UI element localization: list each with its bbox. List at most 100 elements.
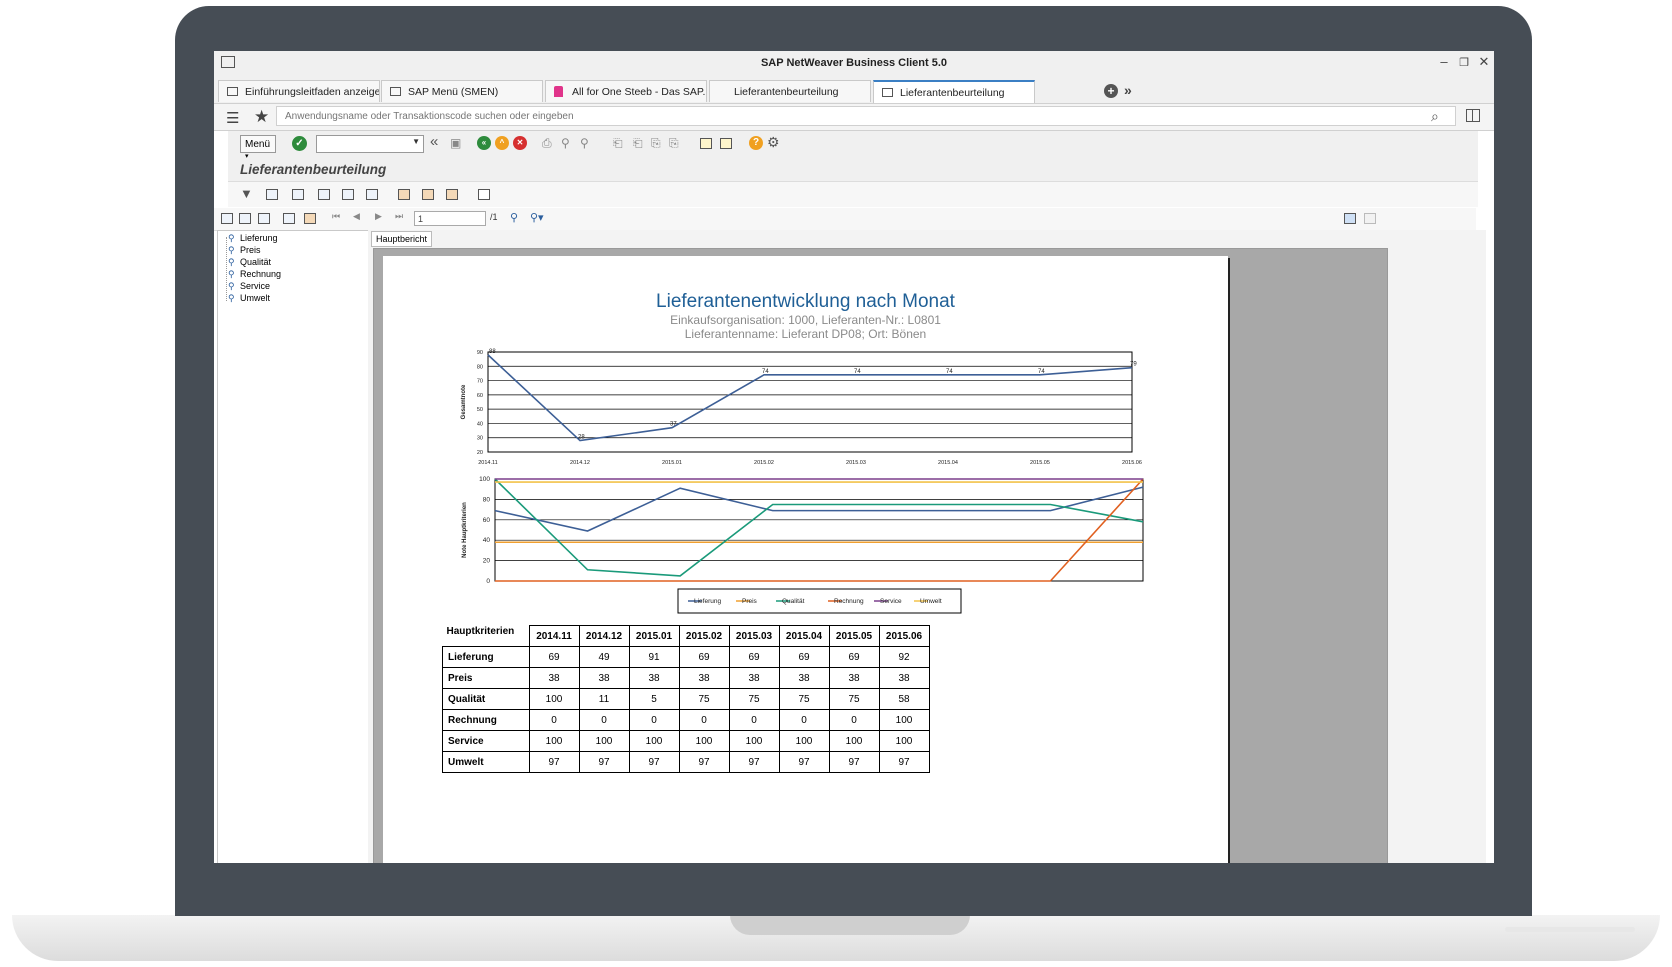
tab-lieferantenbeurteilung-2[interactable]: Lieferantenbeurteilung [873, 80, 1035, 103]
table-cell: 38 [728, 667, 780, 689]
command-field[interactable]: ▼ [316, 135, 424, 153]
tree-item-rechnung[interactable]: ⚲ Rechnung [228, 269, 281, 280]
close-icon[interactable]: ✕ [1476, 54, 1492, 70]
bag-icon [554, 86, 563, 97]
tab-all-for-one[interactable]: All for One Steeb - Das SAP... [545, 80, 707, 102]
laptop-foot [1505, 927, 1635, 932]
y-axis-label: Note Hauptkriterien [462, 502, 468, 558]
favorites-star-icon[interactable]: ★ [254, 107, 269, 127]
table-cell: 38 [778, 667, 830, 689]
tree-item-qualitaet[interactable]: ⚲ Qualität [228, 257, 271, 268]
table-row: Preis 38 38 38 38 38 38 38 38 [442, 667, 930, 689]
save-icon[interactable]: ▣ [450, 136, 461, 150]
restore-icon[interactable]: ❐ [1456, 56, 1472, 69]
x-tick-label: 2015.06 [1122, 460, 1142, 466]
drill-icon[interactable] [304, 213, 316, 224]
export-file-icon[interactable] [318, 189, 330, 200]
tree-item-service[interactable]: ⚲ Service [228, 281, 270, 292]
group-tree-icon[interactable] [283, 213, 295, 224]
tree-item-lieferung[interactable]: ⚲ Lieferung [228, 233, 278, 244]
toggle-panel-icon[interactable] [1344, 213, 1356, 224]
export-all-icon[interactable] [239, 213, 251, 224]
spell-icon[interactable] [366, 189, 378, 200]
tree-item-preis[interactable]: ⚲ Preis [228, 245, 261, 256]
first-page-nav-icon[interactable]: ⏮ [332, 211, 340, 222]
page-number-input[interactable] [414, 211, 486, 226]
expand-icon[interactable] [422, 189, 434, 200]
exit-icon[interactable]: ^ [495, 136, 509, 150]
minimize-icon[interactable]: – [1436, 54, 1452, 69]
y-tick-label: 80 [483, 496, 491, 503]
side-panel-icon[interactable] [1466, 109, 1480, 122]
more-tabs-icon[interactable]: » [1124, 82, 1132, 98]
print-preview-icon[interactable] [342, 189, 354, 200]
next-page-nav-icon[interactable]: ▶ [375, 211, 382, 222]
enter-check-icon[interactable]: ✓ [292, 136, 307, 151]
table-row: Qualität 100 11 5 75 75 75 75 58 [442, 688, 930, 710]
prev-page-icon[interactable]: ⎗ [633, 136, 643, 151]
table-cell: 5 [628, 688, 680, 710]
table-cell: 69 [778, 646, 830, 668]
tab-hauptbericht[interactable]: Hauptbericht [371, 231, 433, 247]
tab-sap-menu[interactable]: SAP Menü (SMEN) [381, 80, 543, 102]
new-tab-icon[interactable]: + [1104, 84, 1118, 98]
table-cell: 100 [528, 688, 580, 710]
menu-button[interactable]: Menü ▾ [240, 135, 276, 160]
table-icon[interactable] [398, 189, 410, 200]
settings-gear-icon[interactable]: ⚙ [767, 134, 780, 151]
tab-lieferantenbeurteilung-1[interactable]: Lieferantenbeurteilung [709, 80, 871, 102]
legend-label: Preis [742, 598, 758, 605]
table-row: Rechnung 0 0 0 0 0 0 0 100 [442, 709, 930, 731]
table-cell: 0 [828, 709, 880, 731]
search-icon[interactable]: ⌕ [1431, 108, 1439, 125]
find-icon[interactable]: ⚲ [561, 136, 570, 150]
table-cell: 38 [828, 667, 880, 689]
tab-einfuehrungsleitfaden[interactable]: Einführungsleitfaden anzeigen [218, 80, 380, 102]
report-page: Lieferantenentwicklung nach Monat Einkau… [383, 256, 1228, 863]
cancel-icon[interactable]: ✕ [513, 136, 527, 150]
binoculars-icon[interactable]: ⚲ [510, 211, 518, 224]
tab-label: Einführungsleitfaden anzeigen [245, 86, 380, 98]
first-page-icon[interactable]: ⎗ [613, 136, 623, 151]
zoom-icon[interactable]: ⚲▾ [530, 211, 544, 224]
table-cell: 100 [528, 730, 580, 752]
export-text-icon[interactable] [292, 189, 304, 200]
table-cell: 97 [578, 751, 630, 773]
table-row-label: Service [442, 730, 530, 752]
export-excel-icon[interactable] [266, 189, 278, 200]
close-panel-icon[interactable] [1364, 213, 1376, 224]
info-icon[interactable] [478, 189, 490, 200]
last-page-nav-icon[interactable]: ⏭ [395, 211, 403, 222]
search-input[interactable] [276, 106, 1456, 126]
list-icon[interactable]: ☰ [226, 109, 239, 127]
collapse-arrow-icon[interactable]: « [430, 133, 438, 150]
criteria-chart: 0 20 40 60 80 100 Note Hauptkriterien Lieferung… [462, 476, 1144, 614]
next-page-icon[interactable]: ⎘ [651, 136, 661, 151]
print-icon[interactable]: ⎙ [542, 136, 552, 151]
viewer-print-icon[interactable] [258, 213, 270, 224]
new-session-icon[interactable] [700, 138, 712, 149]
page-title-bar: Lieferantenbeurteilung [228, 159, 1478, 182]
chevron-down-icon: ▼ [412, 137, 420, 146]
help-icon[interactable]: ? [749, 136, 763, 150]
page-total: /1 [490, 212, 498, 222]
table-row: Umwelt 97 97 97 97 97 97 97 97 [442, 751, 930, 773]
filter-icon[interactable]: ▼ [240, 186, 253, 201]
legend-label: Lieferung [694, 598, 721, 605]
application-toolbar: ▼ [228, 182, 1478, 207]
collapse-icon[interactable] [446, 189, 458, 200]
back-icon[interactable]: « [477, 136, 491, 150]
table-cell: 100 [678, 730, 730, 752]
prev-page-nav-icon[interactable]: ◀ [353, 211, 360, 222]
table-column-header: 2015.06 [878, 625, 930, 647]
shortcut-icon[interactable] [720, 138, 732, 149]
table-cell: 75 [778, 688, 830, 710]
last-page-icon[interactable]: ⎘ [669, 136, 679, 151]
tree-item-umwelt[interactable]: ⚲ Umwelt [228, 293, 270, 304]
find-next-icon[interactable]: ⚲ [580, 136, 589, 150]
y-tick-label: 70 [477, 379, 483, 385]
export-icon[interactable] [221, 213, 233, 224]
table-cell: 69 [828, 646, 880, 668]
table-cell: 69 [528, 646, 580, 668]
main-content: Menü ▾ ✓ ▼ « ▣ « ^ ✕ ⎙ ⚲ ⚲ ⎗ ⎗ ⎘ ⎘ ? ⚙ L… [214, 131, 1494, 863]
